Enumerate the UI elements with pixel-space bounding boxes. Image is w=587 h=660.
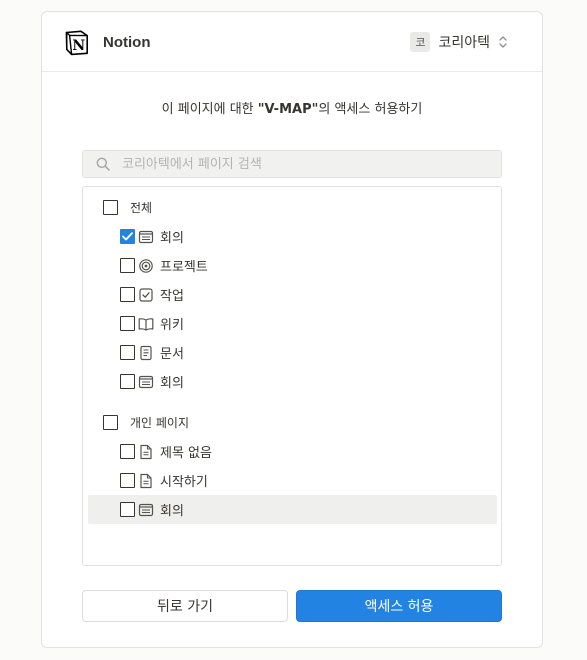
item-label: 제목 없음 (160, 446, 212, 461)
prompt-target: "V-MAP" (257, 102, 319, 117)
tree-item[interactable]: 시작하기 (120, 466, 208, 495)
tree-item[interactable]: 프로젝트 (120, 251, 208, 280)
tree-item[interactable]: 위키 (120, 309, 184, 338)
meeting-list-icon (138, 229, 154, 245)
group-label: 전체 (130, 201, 153, 215)
back-button[interactable]: 뒤로 가기 (82, 590, 288, 622)
item-label: 회의 (160, 231, 184, 246)
allow-access-button[interactable]: 액세스 허용 (296, 590, 502, 622)
search-icon (96, 157, 110, 171)
checkbox[interactable] (120, 374, 135, 389)
tree-item-hovered[interactable]: 회의 (88, 495, 497, 524)
item-label: 위키 (160, 318, 184, 333)
group-row-private[interactable]: 개인 페이지 (103, 408, 189, 437)
brand-name: Notion (103, 34, 151, 51)
meeting-list-icon (138, 502, 154, 518)
checkbox[interactable] (103, 415, 118, 430)
item-label: 시작하기 (160, 475, 208, 490)
header: N Notion 코 코리아텍 (42, 12, 542, 72)
check-icon (122, 232, 133, 241)
workspace-switcher[interactable]: 코 코리아텍 (410, 32, 508, 52)
checkbox[interactable] (120, 258, 135, 273)
item-label: 작업 (160, 289, 184, 304)
checkbox[interactable] (120, 345, 135, 360)
page-icon (138, 444, 154, 460)
search-input[interactable] (122, 156, 501, 172)
oauth-permission-card: N Notion 코 코리아텍 이 페이지에 대한 "V-MAP"의 액세스 허… (41, 11, 543, 648)
checkbox-checked[interactable] (120, 229, 135, 244)
workspace-name: 코리아텍 (438, 35, 490, 51)
access-prompt: 이 페이지에 대한 "V-MAP"의 액세스 허용하기 (42, 98, 542, 117)
task-check-icon (138, 287, 154, 303)
checkbox[interactable] (120, 502, 135, 517)
chevron-up-down-icon (499, 36, 507, 48)
book-icon (138, 316, 154, 332)
checkbox[interactable] (103, 200, 118, 215)
meeting-list-icon (138, 374, 154, 390)
prompt-prefix: 이 페이지에 대한 (161, 102, 258, 117)
tree-item[interactable]: 회의 (120, 367, 184, 396)
item-label: 문서 (160, 347, 184, 362)
group-row-all[interactable]: 전체 (103, 193, 152, 222)
item-label: 프로젝트 (160, 260, 208, 275)
tree-item[interactable]: 문서 (120, 338, 184, 367)
checkbox[interactable] (120, 473, 135, 488)
notion-logo-icon: N (65, 30, 88, 56)
svg-text:N: N (72, 38, 85, 54)
item-label: 회의 (160, 376, 184, 391)
tree-item[interactable]: 회의 (120, 222, 184, 251)
checkbox[interactable] (120, 316, 135, 331)
page-tree: 전체 회의 프로젝트 작업 위키 문서 회의 개인 페이지 제목 없음 시작하기… (82, 186, 502, 566)
page-search (82, 150, 502, 178)
document-icon (138, 345, 154, 361)
group-label: 개인 페이지 (130, 416, 190, 430)
tree-item[interactable]: 작업 (120, 280, 184, 309)
item-label: 회의 (160, 504, 184, 519)
target-icon (138, 258, 154, 274)
checkbox[interactable] (120, 444, 135, 459)
checkbox[interactable] (120, 287, 135, 302)
workspace-avatar: 코 (410, 32, 431, 52)
page-icon (138, 473, 154, 489)
tree-item[interactable]: 제목 없음 (120, 437, 212, 466)
prompt-suffix: 의 액세스 허용하기 (318, 102, 423, 117)
